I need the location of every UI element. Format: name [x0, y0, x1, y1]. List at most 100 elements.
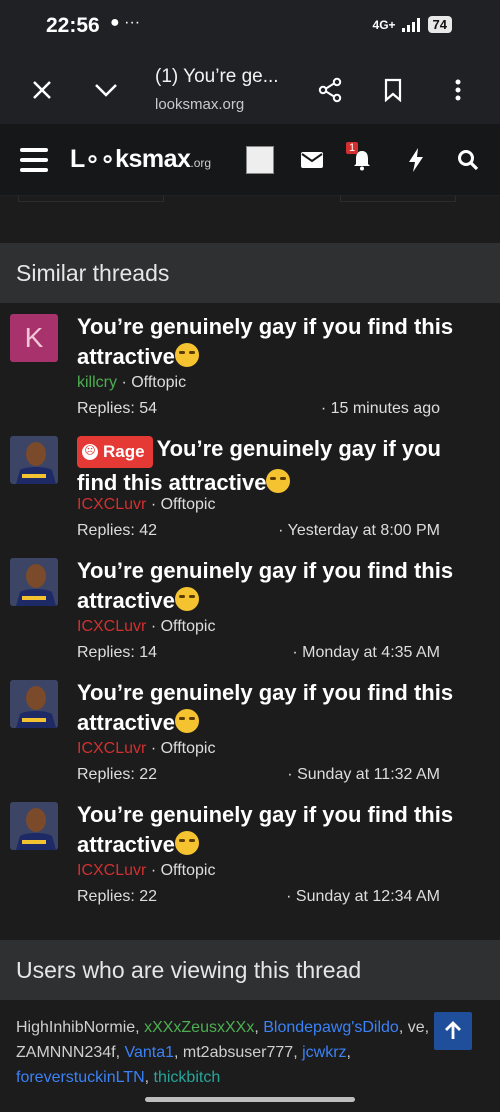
avatar[interactable] [10, 680, 58, 728]
menu-button[interactable] [20, 148, 48, 172]
thread-date-text: Sunday at 12:34 AM [295, 888, 440, 905]
thread-title[interactable]: ☹ Rage You’re genuinely gay if you find th… [77, 434, 472, 498]
partial-button-left[interactable] [18, 196, 164, 202]
site-logo[interactable]: L∘∘ksmax.org [70, 144, 211, 174]
list-separator: , [346, 1044, 351, 1061]
thread-meta: ICXCLuvr · Offtopic [77, 862, 215, 880]
thread-forum-link[interactable]: Offtopic [131, 374, 186, 391]
lightning-icon [409, 148, 423, 172]
thread-row[interactable]: ☹ Rage You’re genuinely gay if you find th… [0, 426, 500, 548]
thread-forum-link[interactable]: Offtopic [161, 496, 216, 513]
avatar[interactable] [10, 558, 58, 606]
section-title: Similar threads [16, 260, 170, 286]
thread-title[interactable]: You’re genuinely gay if you find this at… [77, 800, 472, 860]
viewer-username-link[interactable]: thickbitch [154, 1069, 221, 1086]
thread-row[interactable]: K You’re genuinely gay if you find this … [0, 304, 500, 426]
network-label: 4G+ [372, 17, 396, 32]
status-right: 4G+ 74 [373, 16, 452, 33]
avatar-photo [10, 558, 58, 606]
section-title: Users who are viewing this thread [16, 957, 362, 983]
thread-author-link[interactable]: ICXCLuvr [77, 496, 146, 513]
close-icon [33, 81, 51, 99]
thread-meta: killcry · Offtopic [77, 374, 186, 392]
crying-emoji-icon [174, 831, 199, 855]
viewer-username-link[interactable]: Blondepawg'sDildo [263, 1019, 399, 1036]
arrow-up-icon [445, 1021, 461, 1039]
thread-author-link[interactable]: ICXCLuvr [77, 862, 146, 879]
collapse-button[interactable] [88, 72, 124, 108]
user-avatar-button[interactable] [244, 144, 276, 176]
search-icon [458, 150, 479, 171]
thread-forum-link[interactable]: Offtopic [161, 618, 216, 635]
thread-stats: Replies: 42 · Yesterday at 8:00 PM [77, 522, 440, 540]
bookmark-button[interactable] [375, 72, 411, 108]
close-tab-button[interactable] [24, 72, 60, 108]
home-indicator[interactable] [145, 1097, 355, 1102]
partial-button-right[interactable] [340, 196, 456, 202]
thread-date: · Yesterday at 8:00 PM [278, 522, 440, 540]
thread-date-text: Sunday at 11:32 AM [297, 766, 440, 783]
tab-title: (1) You’re ge... [155, 66, 279, 87]
scroll-to-top-button[interactable] [434, 1012, 472, 1050]
viewer-username-link[interactable]: mt2absuser777 [183, 1044, 293, 1061]
thread-forum-link[interactable]: Offtopic [161, 740, 216, 757]
thread-stats: Replies: 22 · Sunday at 11:32 AM [77, 766, 440, 784]
meta-separator: · [150, 496, 161, 513]
thread-replies: Replies: 22 [77, 766, 158, 783]
viewer-username-link[interactable]: xXXxZeusxXXx [144, 1019, 254, 1036]
meta-separator: · [287, 766, 298, 783]
thread-title-text: You’re genuinely gay if you find this at… [77, 314, 454, 369]
thread-author-link[interactable]: ICXCLuvr [77, 740, 146, 757]
notification-badge: 1 [346, 142, 359, 154]
menu-icon-bar [20, 158, 48, 162]
thread-stats: Replies: 54 · 15 minutes ago [77, 400, 440, 418]
thread-title[interactable]: You’re genuinely gay if you find this at… [77, 312, 472, 372]
alerts-button[interactable]: 1 [346, 142, 378, 176]
search-button[interactable] [452, 144, 484, 176]
signal-icon [401, 17, 420, 32]
thread-title-text: You’re genuinely gay if you find this at… [77, 680, 454, 735]
share-button[interactable] [312, 72, 348, 108]
crying-emoji-icon [266, 468, 291, 493]
thread-date: · Monday at 4:35 AM [292, 644, 440, 662]
avatar[interactable] [10, 436, 58, 484]
viewer-username-link[interactable]: Vanta1 [124, 1044, 174, 1061]
whats-new-button[interactable] [400, 144, 432, 176]
viewer-username-link[interactable]: ZAMNNN234f [16, 1044, 116, 1061]
thread-prefix-tag[interactable]: ☹ Rage [77, 435, 153, 468]
inbox-button[interactable] [296, 144, 328, 176]
logo-suffix: .org [190, 156, 212, 170]
status-notification-icons: ● ··· [110, 14, 141, 31]
viewer-username-link[interactable]: foreverstuckinLTN [16, 1069, 145, 1086]
thread-row[interactable]: You’re genuinely gay if you find this at… [0, 548, 500, 670]
thread-title[interactable]: You’re genuinely gay if you find this at… [77, 678, 472, 738]
viewer-username-link[interactable]: ve [408, 1019, 425, 1036]
more-options-button[interactable] [440, 72, 476, 108]
thread-replies: Replies: 14 [77, 644, 158, 661]
url-label[interactable]: looksmax.org [155, 96, 244, 113]
thread-stats: Replies: 14 · Monday at 4:35 AM [77, 644, 440, 662]
thread-title[interactable]: You’re genuinely gay if you find this at… [77, 556, 472, 616]
thread-row[interactable]: You’re genuinely gay if you find this at… [0, 792, 500, 914]
avatar[interactable] [10, 802, 58, 850]
thread-meta: ICXCLuvr · Offtopic [77, 740, 215, 758]
viewer-username-link[interactable]: HighInhibNormie [16, 1019, 135, 1036]
avatar[interactable]: K [10, 314, 58, 362]
meta-separator: · [320, 400, 331, 417]
viewer-username-link[interactable]: jcwkrz [302, 1044, 346, 1061]
thread-forum-link[interactable]: Offtopic [161, 862, 216, 879]
site-header: L∘∘ksmax.org 1 [0, 124, 500, 196]
thread-author-link[interactable]: ICXCLuvr [77, 618, 146, 635]
battery-indicator: 74 [427, 16, 452, 33]
prefix-label: Rage [103, 441, 145, 461]
thread-date: · 15 minutes ago [321, 400, 440, 418]
meta-separator: · [278, 522, 288, 539]
list-separator: , [424, 1019, 430, 1036]
thread-author-link[interactable]: killcry [77, 374, 117, 391]
list-separator: , [144, 1069, 154, 1086]
chevron-down-icon [95, 84, 117, 97]
thread-row[interactable]: You’re genuinely gay if you find this at… [0, 670, 500, 792]
thread-replies: Replies: 22 [77, 888, 158, 905]
list-separator: , [254, 1019, 264, 1036]
bookmark-icon [384, 78, 402, 102]
